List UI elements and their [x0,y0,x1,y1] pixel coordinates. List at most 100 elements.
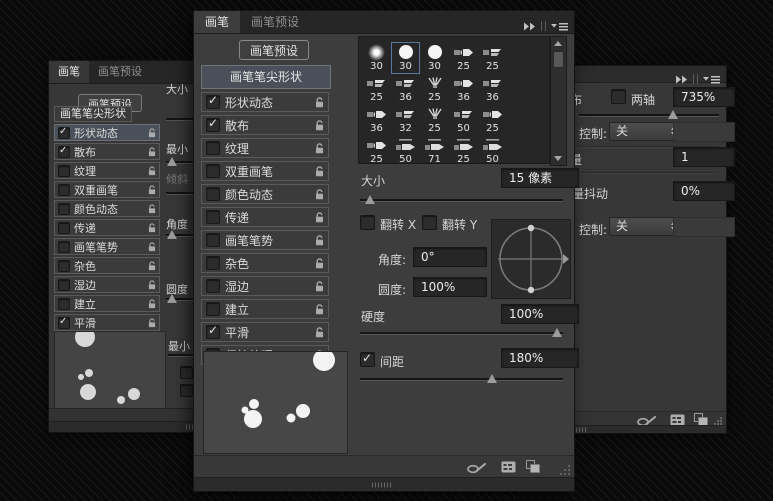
brush-option-row-9[interactable]: 建立 [54,295,160,312]
option-checkbox[interactable] [58,241,70,253]
brush-option-row-7[interactable]: 杂色 [54,257,160,274]
option-checkbox[interactable] [206,118,220,132]
option-checkbox[interactable] [206,141,220,155]
brush-option-row-4[interactable]: 颜色动态 [201,184,329,204]
bristle-preview-icon[interactable] [466,461,486,474]
slider-thumb[interactable] [552,328,562,337]
brush-option-row-1[interactable]: 散布 [54,143,160,160]
brush-option-row-6[interactable]: 画笔笔势 [201,230,329,250]
brush-tile[interactable]: 25 [479,105,506,135]
flip-x-checkbox[interactable] [360,215,375,230]
brush-tile[interactable]: 25 [363,136,390,164]
brush-tile[interactable]: 36 [392,74,419,104]
option-checkbox[interactable] [206,325,220,339]
preset-manager-icon[interactable] [501,461,516,473]
option-checkbox[interactable] [58,165,70,177]
brush-option-row-7[interactable]: 杂色 [201,253,329,273]
panel-menu-icon[interactable] [703,69,720,88]
brush-option-row-9[interactable]: 建立 [201,299,329,319]
option-checkbox[interactable] [206,279,220,293]
scatter-value-input[interactable]: 735% [673,87,735,107]
count-input[interactable]: 1 [673,147,735,167]
option-checkbox[interactable] [206,233,220,247]
control-dropdown[interactable]: 关 [609,122,683,141]
brush-tile[interactable]: 36 [363,105,390,135]
scatter-slider[interactable] [579,114,719,116]
tab-brush[interactable]: 画笔 [194,11,240,33]
collapse-panel-icon[interactable] [523,16,536,35]
brush-option-row-5[interactable]: 传递 [54,219,160,236]
brush-tile[interactable]: 50 [450,105,477,135]
brush-option-row-8[interactable]: 湿边 [54,276,160,293]
brush-tile[interactable]: 50 [392,136,419,164]
hardness-slider[interactable] [360,332,563,334]
brush-tile[interactable]: 36 [479,74,506,104]
brush-option-row-4[interactable]: 颜色动态 [54,200,160,217]
option-checkbox[interactable] [206,256,220,270]
slider-thumb[interactable] [167,294,177,303]
option-checkbox[interactable] [206,164,220,178]
brush-tile[interactable]: 25 [450,136,477,164]
option-checkbox[interactable] [58,127,70,139]
option-checkbox[interactable] [206,187,220,201]
scroll-down-icon[interactable] [554,156,562,161]
option-checkbox[interactable] [58,260,70,272]
brush-tile[interactable]: 30 [363,43,390,73]
option-checkbox[interactable] [58,279,70,291]
brush-option-row-5[interactable]: 传递 [201,207,329,227]
brush-option-row-0[interactable]: 形状动态 [54,124,160,141]
option-checkbox[interactable] [206,210,220,224]
panel-menu-icon[interactable] [551,16,568,35]
brush-option-row-2[interactable]: 纹理 [201,138,329,158]
option-checkbox[interactable] [58,146,70,158]
collapse-panel-icon[interactable] [675,69,688,88]
brush-option-row-0[interactable]: 形状动态 [201,92,329,112]
brush-tip-shape-item-selected[interactable]: 画笔笔尖形状 [201,65,331,89]
brush-tile[interactable]: 30 [421,43,448,73]
spacing-input[interactable]: 180% [501,348,579,368]
slider-thumb[interactable] [167,230,177,239]
brush-option-row-10[interactable]: 平滑 [201,322,329,342]
brush-option-row-10[interactable]: 平滑 [54,314,160,331]
option-checkbox[interactable] [58,317,70,329]
option-checkbox[interactable] [58,222,70,234]
spacing-checkbox[interactable] [360,352,375,367]
scroll-up-icon[interactable] [554,41,562,46]
slider-thumb[interactable] [668,110,678,119]
brush-tile[interactable]: 25 [363,74,390,104]
slider-thumb[interactable] [487,374,497,383]
tab-brush[interactable]: 画笔 [49,61,89,83]
brush-tile[interactable]: 32 [392,105,419,135]
brush-tile[interactable]: 25 [421,105,448,135]
brush-tile[interactable]: 25 [450,43,477,73]
new-brush-icon[interactable] [526,460,540,473]
brush-option-row-1[interactable]: 散布 [201,115,329,135]
brush-tile[interactable]: 50 [479,136,506,164]
roundness-input[interactable]: 100% [413,277,487,297]
brush-tile[interactable]: 25 [421,74,448,104]
hardness-input[interactable]: 100% [501,304,579,324]
panel-resize-handle[interactable] [194,477,574,491]
brush-tile[interactable]: 71 [421,136,448,164]
count-jitter-input[interactable]: 0% [673,181,735,201]
setting-checkbox[interactable] [180,366,193,379]
setting-checkbox[interactable] [180,384,193,397]
brush-tile[interactable]: 30 [392,43,419,73]
control2-dropdown[interactable]: 关 [609,217,683,236]
resize-grip-icon[interactable] [559,464,571,476]
tab-brush-presets[interactable]: 画笔预设 [240,11,310,33]
option-checkbox[interactable] [206,95,220,109]
option-checkbox[interactable] [58,184,70,196]
brush-option-row-8[interactable]: 湿边 [201,276,329,296]
size-slider[interactable] [360,199,563,201]
brush-option-row-3[interactable]: 双重画笔 [201,161,329,181]
spacing-slider[interactable] [360,378,563,380]
option-checkbox[interactable] [58,298,70,310]
angle-input[interactable]: 0° [413,247,487,267]
brush-grid-scrollbar[interactable] [550,36,567,166]
option-checkbox[interactable] [58,203,70,215]
brush-tile[interactable]: 36 [450,74,477,104]
slider-thumb[interactable] [365,195,375,204]
angle-roundness-control[interactable] [491,219,571,299]
both-axes-checkbox[interactable] [611,89,626,104]
